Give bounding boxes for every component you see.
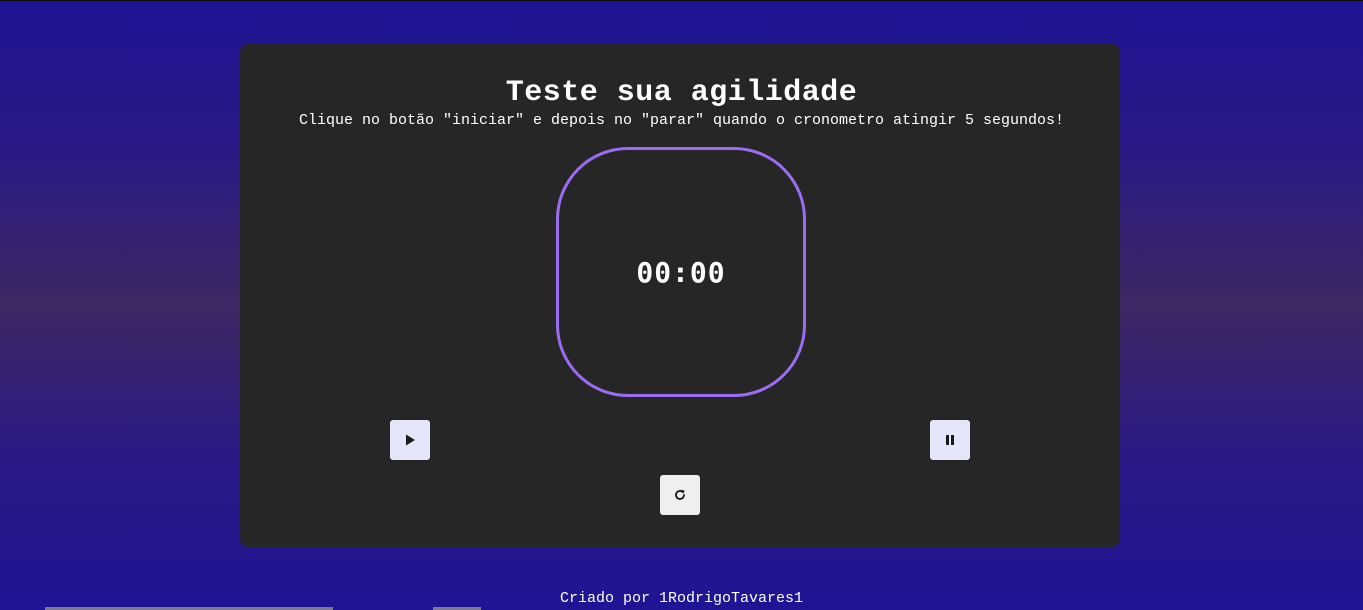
stopwatch-time: 00:00 — [636, 255, 726, 289]
top-border — [0, 0, 1363, 1]
reset-icon — [675, 489, 685, 500]
instructions-text: Clique no botão "iniciar" e depois no "p… — [298, 112, 1065, 129]
stopwatch-display: 00:00 — [556, 147, 806, 397]
reset-button[interactable] — [660, 475, 700, 515]
play-icon — [406, 434, 415, 446]
start-button[interactable] — [390, 420, 430, 460]
pause-icon — [946, 435, 954, 445]
footer-credit: Criado por 1RodrigoTavares1 — [559, 590, 804, 607]
page-title: Teste sua agilidade — [505, 76, 858, 110]
stop-button[interactable] — [930, 420, 970, 460]
